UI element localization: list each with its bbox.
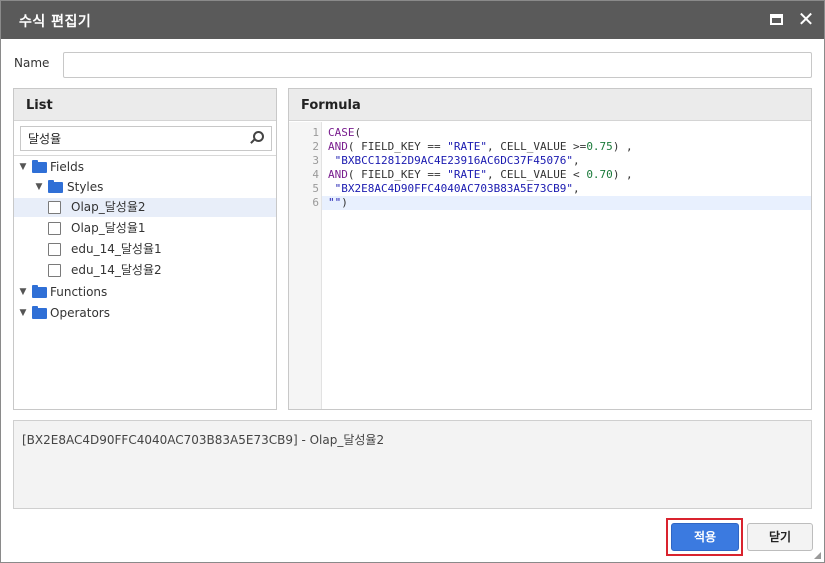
description-box: [BX2E8AC4D90FFC4040AC703B83A5E73CB9] - O… bbox=[13, 420, 812, 509]
tree-node-label: Operators bbox=[50, 306, 110, 320]
tree-item-label: edu_14_달성율2 bbox=[71, 263, 162, 277]
search-icon[interactable] bbox=[249, 131, 265, 147]
list-panel-header: List bbox=[14, 89, 276, 121]
chevron-down-icon[interactable]: ▼ bbox=[18, 158, 28, 177]
tree-item-olap-rate-2[interactable]: Olap_달성율2 bbox=[14, 198, 276, 217]
window-title: 수식 편집기 bbox=[19, 14, 92, 30]
tree-item-olap-rate-1[interactable]: Olap_달성율1 bbox=[14, 219, 276, 238]
chevron-down-icon[interactable]: ▼ bbox=[34, 178, 44, 197]
item-checkbox[interactable] bbox=[48, 264, 61, 277]
formula-panel: Formula 1 2 3 4 5 6 CASE( AND( FIELD_KEY… bbox=[288, 88, 812, 410]
code-line-active: "") bbox=[322, 196, 811, 210]
formula-editor[interactable]: 1 2 3 4 5 6 CASE( AND( FIELD_KEY == "RAT… bbox=[289, 122, 811, 409]
folder-icon bbox=[32, 285, 47, 298]
close-button[interactable]: 닫기 bbox=[747, 523, 813, 551]
line-number: 6 bbox=[312, 196, 319, 209]
name-label: Name bbox=[14, 56, 50, 70]
name-input[interactable] bbox=[63, 52, 812, 78]
tree-item-edu-rate-2[interactable]: edu_14_달성율2 bbox=[14, 261, 276, 280]
tree-node-functions[interactable]: ▼ Functions bbox=[14, 283, 276, 302]
line-number-gutter: 1 2 3 4 5 6 bbox=[289, 122, 322, 409]
tree-node-label: Styles bbox=[67, 180, 104, 194]
tree-node-label: Fields bbox=[50, 160, 84, 174]
folder-icon bbox=[32, 306, 47, 319]
formula-editor-dialog: 수식 편집기 ✕ Name List ▼ Fields ▼ Styles bbox=[0, 0, 825, 563]
close-icon[interactable]: ✕ bbox=[796, 9, 816, 30]
tree-node-operators[interactable]: ▼ Operators bbox=[14, 304, 276, 323]
tree-item-label: Olap_달성율2 bbox=[71, 200, 146, 214]
maximize-icon[interactable] bbox=[767, 10, 787, 30]
folder-icon bbox=[32, 160, 47, 173]
divider bbox=[14, 155, 276, 156]
line-number: 1 bbox=[312, 126, 319, 139]
item-checkbox[interactable] bbox=[48, 222, 61, 235]
search-input[interactable] bbox=[21, 127, 241, 150]
code-line: AND( FIELD_KEY == "RATE", CELL_VALUE >=0… bbox=[328, 140, 633, 153]
list-panel: List ▼ Fields ▼ Styles Olap_달성율2 bbox=[13, 88, 277, 410]
tree-node-label: Functions bbox=[50, 285, 108, 299]
line-number: 3 bbox=[312, 154, 319, 167]
item-checkbox[interactable] bbox=[48, 243, 61, 256]
line-number: 2 bbox=[312, 140, 319, 153]
tree-item-label: edu_14_달성율1 bbox=[71, 242, 162, 256]
line-number: 5 bbox=[312, 182, 319, 195]
tree-item-label: Olap_달성율1 bbox=[71, 221, 146, 235]
code-line: "BXBCC12812D9AC4E23916AC6DC37F45076", bbox=[334, 154, 580, 167]
formula-panel-header: Formula bbox=[289, 89, 811, 121]
line-number: 4 bbox=[312, 168, 319, 181]
apply-button[interactable]: 적용 bbox=[671, 523, 739, 551]
folder-icon bbox=[48, 180, 63, 193]
code-line: AND( FIELD_KEY == "RATE", CELL_VALUE < 0… bbox=[328, 168, 633, 181]
tree-item-edu-rate-1[interactable]: edu_14_달성율1 bbox=[14, 240, 276, 259]
search-box bbox=[20, 126, 272, 151]
chevron-down-icon[interactable]: ▼ bbox=[18, 304, 28, 323]
title-bar[interactable]: 수식 편집기 ✕ bbox=[1, 1, 824, 39]
resize-grip-icon[interactable] bbox=[813, 551, 821, 559]
tree-node-fields[interactable]: ▼ Fields bbox=[14, 158, 276, 177]
code-line: CASE( bbox=[328, 126, 362, 139]
description-text: [BX2E8AC4D90FFC4040AC703B83A5E73CB9] - O… bbox=[22, 433, 385, 447]
chevron-down-icon[interactable]: ▼ bbox=[18, 283, 28, 302]
code-area[interactable]: CASE( AND( FIELD_KEY == "RATE", CELL_VAL… bbox=[322, 122, 811, 409]
tree-node-styles[interactable]: ▼ Styles bbox=[14, 178, 276, 197]
code-line: "BX2E8AC4D90FFC4040AC703B83A5E73CB9", bbox=[334, 182, 580, 195]
item-checkbox[interactable] bbox=[48, 201, 61, 214]
